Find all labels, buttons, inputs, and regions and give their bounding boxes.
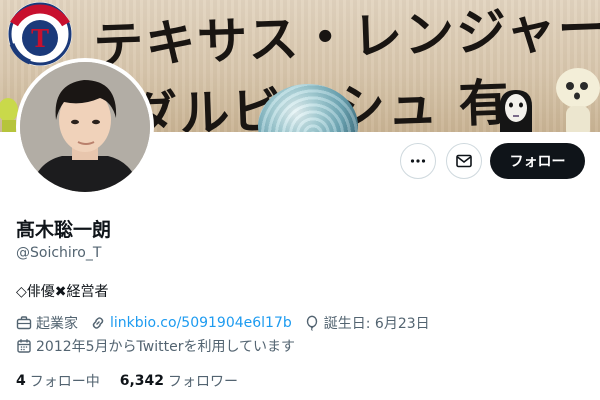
more-options-button[interactable] — [400, 143, 436, 179]
followers-label: フォロワー — [168, 374, 239, 390]
joined-item: 2012年5月からTwitterを利用しています — [16, 336, 295, 356]
website-item: linkbio.co/5091904e6l17b — [90, 315, 292, 331]
link-icon — [92, 317, 104, 329]
display-name: 髙木聡一朗 — [16, 219, 112, 241]
followers-stat[interactable]: 6,342 フォロワー — [120, 371, 238, 391]
follow-stats: 4 フォロー中 6,342 フォロワー — [16, 371, 258, 391]
birthday-text: 誕生日: 6月23日 — [323, 316, 430, 332]
briefcase-icon — [16, 316, 32, 330]
svg-text:T: T — [31, 24, 49, 53]
avatar-photo — [20, 62, 150, 192]
followers-count: 6,342 — [119, 373, 165, 389]
profile-avatar[interactable] — [16, 58, 154, 196]
birthday-item: 誕生日: 6月23日 — [304, 313, 430, 333]
calendar-icon — [17, 339, 31, 353]
following-label: フォロー中 — [29, 374, 100, 390]
no-face-figure — [500, 90, 532, 132]
profile-meta-row: 2012年5月からTwitterを利用しています — [16, 336, 307, 356]
balloon-icon — [306, 315, 317, 331]
follow-button[interactable]: フォロー — [490, 143, 585, 179]
occupation-item: 起業家 — [16, 313, 78, 333]
following-count: 4 — [16, 373, 26, 389]
more-horizontal-icon — [410, 159, 426, 163]
user-handle: @Soichiro_T — [16, 245, 102, 261]
occupation-text: 起業家 — [36, 316, 78, 332]
message-button[interactable] — [446, 143, 482, 179]
banner-headline-1: テキサス・レンジャーズ — [92, 0, 600, 75]
joined-text: 2012年5月からTwitterを利用しています — [36, 339, 296, 355]
following-stat[interactable]: 4 フォロー中 — [16, 371, 100, 391]
profile-meta-row: 起業家 linkbio.co/5091904e6l17b 誕生日: 6月23日 — [16, 313, 442, 333]
website-link[interactable]: linkbio.co/5091904e6l17b — [110, 315, 292, 331]
kodama-figure — [556, 68, 600, 132]
profile-bio: ◇俳優✖経営者 — [16, 284, 109, 300]
mail-icon — [456, 154, 472, 168]
